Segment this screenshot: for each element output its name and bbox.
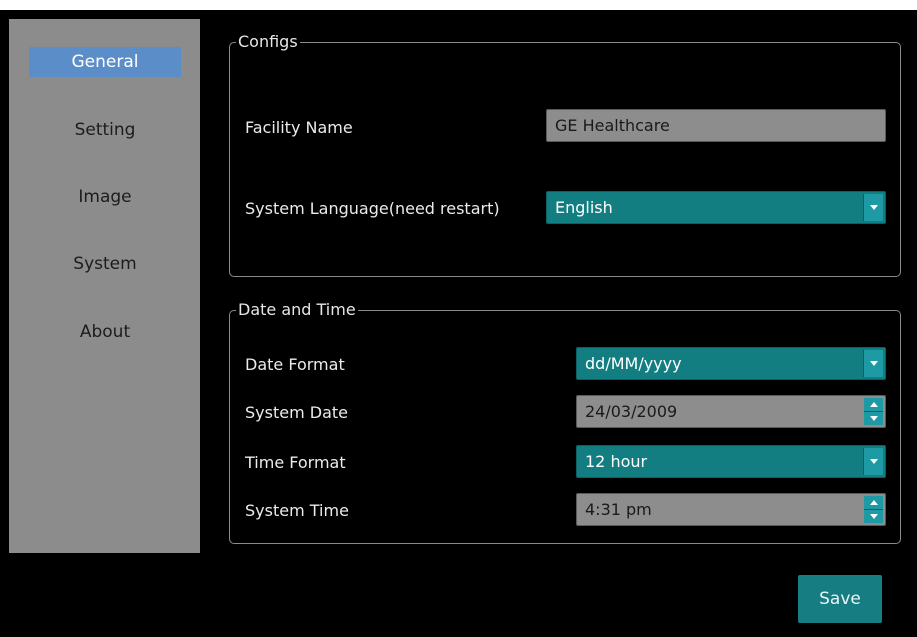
arrow-up-icon [869,402,878,407]
sidebar-item-general[interactable]: General [29,47,181,77]
date-format-select[interactable]: dd/MM/yyyy [576,347,886,380]
arrow-down-icon [869,514,878,519]
save-button[interactable]: Save [798,575,882,623]
sidebar-item-system[interactable]: System [29,249,181,279]
system-time-value: 4:31 pm [585,500,652,519]
date-time-group-title: Date and Time [236,300,358,320]
system-date-decrement-button[interactable] [864,412,883,425]
time-format-select[interactable]: 12 hour [576,445,886,478]
system-time-label: System Time [245,501,349,520]
configs-group: Configs Facility Name GE Healthcare Syst… [229,32,901,277]
date-format-dropdown-button[interactable] [863,350,883,377]
chevron-down-icon [869,459,878,464]
system-language-label: System Language(need restart) [245,199,500,218]
system-date-label: System Date [245,403,348,422]
sidebar-item-image[interactable]: Image [29,182,181,212]
date-format-value: dd/MM/yyyy [585,354,682,373]
chevron-down-icon [869,205,878,210]
settings-screen: General Setting Image System About Confi… [0,10,917,637]
facility-name-label: Facility Name [245,118,353,137]
facility-name-input[interactable]: GE Healthcare [546,109,886,142]
system-time-decrement-button[interactable] [864,510,883,523]
system-language-select[interactable]: English [546,191,886,224]
time-format-label: Time Format [245,453,346,472]
system-date-spinner [864,398,883,425]
system-time-increment-button[interactable] [864,496,883,510]
system-language-value: English [555,198,613,217]
system-date-value: 24/03/2009 [585,402,678,421]
arrow-up-icon [869,500,878,505]
date-time-group: Date and Time Date Format dd/MM/yyyy Sys… [229,300,901,544]
facility-name-value: GE Healthcare [555,116,670,135]
date-format-label: Date Format [245,355,345,374]
system-date-input[interactable]: 24/03/2009 [576,395,886,428]
time-format-value: 12 hour [585,452,648,471]
chevron-down-icon [869,361,878,366]
system-date-increment-button[interactable] [864,398,883,412]
sidebar-item-about[interactable]: About [29,317,181,347]
configs-group-title: Configs [236,32,300,52]
time-format-dropdown-button[interactable] [863,448,883,475]
sidebar-item-setting[interactable]: Setting [29,115,181,145]
language-dropdown-button[interactable] [863,194,883,221]
arrow-down-icon [869,416,878,421]
system-time-input[interactable]: 4:31 pm [576,493,886,526]
system-time-spinner [864,496,883,523]
sidebar: General Setting Image System About [9,19,200,553]
